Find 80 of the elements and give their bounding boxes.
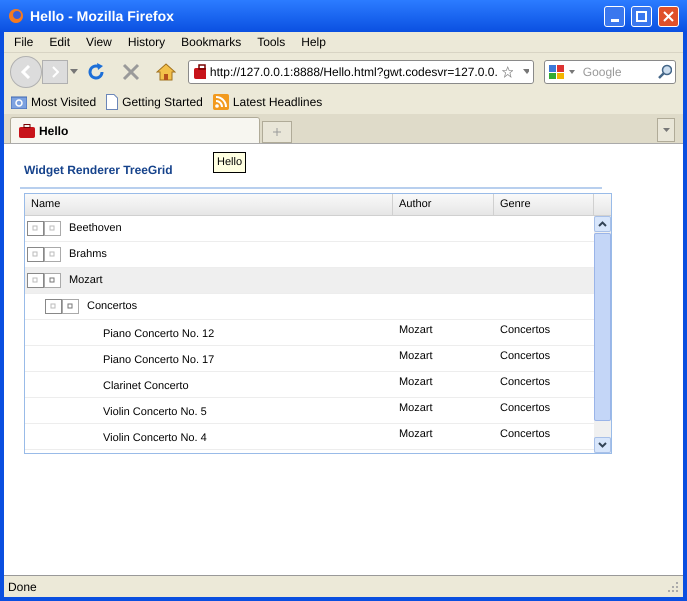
tree-node-label[interactable]: Violin Concerto No. 5: [103, 400, 207, 421]
scroll-up-button[interactable]: [594, 216, 611, 232]
page-icon: [106, 94, 118, 110]
bookmark-link[interactable]: Getting Started: [122, 93, 203, 111]
chevron-down-icon: [598, 442, 607, 448]
bookmark-link[interactable]: Latest Headlines: [232, 93, 322, 111]
tree-row[interactable]: Mozart: [25, 268, 594, 294]
firefox-logo-icon: [8, 8, 24, 24]
collapse-toggle-icon[interactable]: [45, 299, 79, 314]
minimize-icon: [610, 18, 618, 22]
minimize-button[interactable]: [604, 6, 625, 26]
menu-item[interactable]: Edit: [43, 33, 76, 51]
plus-icon: [273, 128, 281, 136]
toolbox-icon: [19, 124, 35, 138]
maximize-icon: [636, 10, 647, 22]
toolbox-icon: [193, 64, 206, 80]
resize-grip-icon[interactable]: [667, 580, 679, 592]
browser-tab[interactable]: Hello: [10, 117, 260, 143]
back-button[interactable]: [10, 56, 42, 88]
collapse-toggle-icon[interactable]: [27, 273, 61, 288]
expand-toggle-icon[interactable]: [27, 221, 61, 236]
table-cell: Mozart: [399, 350, 433, 362]
window-title: Hello - Mozilla Firefox: [30, 6, 175, 26]
tree-node-label[interactable]: Piano Concerto No. 12: [103, 322, 214, 343]
expand-toggle-icon[interactable]: [27, 247, 61, 262]
search-engine-icon: [548, 64, 566, 80]
status-text: Done: [8, 578, 38, 596]
dropdown-icon[interactable]: [523, 69, 529, 74]
table-cell: Concertos: [500, 402, 550, 414]
address-field[interactable]: http://127.0.0.1:8888/Hello.html?gwt.codesvr=127.0.0.: [188, 60, 534, 84]
scrollbar[interactable]: [594, 216, 611, 453]
close-icon: [663, 10, 674, 22]
table-cell: Concertos: [500, 428, 550, 440]
chevron-up-icon: [598, 221, 607, 227]
folder-icon: [11, 95, 27, 109]
reload-icon[interactable]: [86, 62, 106, 82]
scroll-thumb[interactable]: [594, 233, 611, 421]
dropdown-icon: [70, 69, 78, 74]
column-header[interactable]: Genre: [494, 194, 594, 215]
rss-feed-icon: [212, 94, 229, 110]
stop-icon[interactable]: [122, 62, 140, 80]
tree-node-label[interactable]: Clarinet Concerto: [103, 374, 189, 395]
column-header[interactable]: Author: [393, 194, 494, 215]
tree-node-label[interactable]: Concertos: [87, 298, 138, 315]
table-cell: Mozart: [399, 324, 433, 336]
maximize-button[interactable]: [631, 6, 652, 26]
dropdown-icon: [569, 70, 575, 74]
scroll-down-button[interactable]: [594, 437, 611, 453]
table-cell: Mozart: [399, 428, 433, 440]
tree-node-label[interactable]: Violin Concerto No. 4: [103, 426, 207, 447]
bookmark-link[interactable]: Most Visited: [31, 93, 96, 111]
menu-item[interactable]: Bookmarks: [175, 33, 248, 51]
table-cell: Concertos: [500, 376, 550, 388]
tree-node-label[interactable]: Beethoven: [69, 220, 122, 237]
table-cell: Mozart: [399, 402, 433, 414]
search-icon[interactable]: [656, 64, 672, 80]
url-text: http://127.0.0.1:8888/Hello.html?gwt.codesvr=127.0.0.: [210, 64, 498, 80]
table-cell: Mozart: [399, 376, 433, 388]
home-icon[interactable]: [156, 62, 176, 80]
menu-item[interactable]: View: [80, 33, 118, 51]
page-heading: Widget Renderer TreeGrid: [24, 163, 173, 177]
tooltip: Hello: [213, 152, 246, 172]
menu-item[interactable]: History: [122, 33, 172, 51]
menu-item[interactable]: Help: [295, 33, 332, 51]
column-header[interactable]: Name: [25, 194, 393, 215]
star-icon[interactable]: [502, 64, 514, 80]
table-cell: Concertos: [500, 324, 550, 336]
menu-item[interactable]: Tools: [251, 33, 292, 51]
dropdown-icon: [662, 128, 670, 132]
table-cell: Concertos: [500, 350, 550, 362]
close-button[interactable]: [658, 6, 679, 26]
new-tab-button[interactable]: [262, 121, 292, 143]
tab-list-button[interactable]: [657, 118, 675, 142]
search-field[interactable]: Google: [544, 60, 676, 84]
search-input: Google: [582, 62, 653, 80]
tree-node-label[interactable]: Mozart: [69, 272, 103, 289]
tree-node-label[interactable]: Piano Concerto No. 17: [103, 348, 214, 369]
menu-item[interactable]: File: [8, 33, 40, 51]
forward-button[interactable]: [42, 60, 68, 84]
tree-node-label[interactable]: Brahms: [69, 246, 107, 263]
